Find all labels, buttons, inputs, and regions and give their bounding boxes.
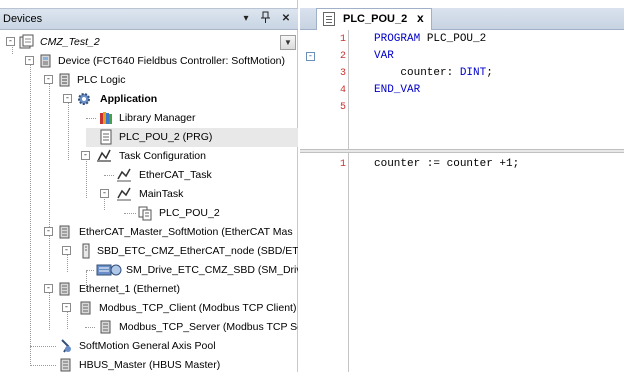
tree-item-program-call[interactable]: PLC_POU_2 <box>0 204 298 223</box>
pin-icon[interactable] <box>258 11 274 27</box>
tree-item-label: Application <box>100 93 158 105</box>
tree-item-ethercat-task[interactable]: EtherCAT_Task <box>0 166 298 185</box>
collapse-icon[interactable]: - <box>100 189 109 198</box>
collapse-icon[interactable]: - <box>62 246 71 255</box>
pou-document-icon <box>98 129 114 145</box>
tree-item-device[interactable]: - Device (FCT640 Fieldbus Controller: So… <box>0 52 298 71</box>
tree-item-label: CMZ_Test_2 <box>40 36 100 48</box>
program-call-icon <box>137 205 153 221</box>
tree-item-hbus-master[interactable]: HBUS_Master (HBUS Master) <box>0 356 298 372</box>
keyword: END_VAR <box>374 84 421 96</box>
code-line: END_VAR <box>374 84 420 96</box>
editor-tab-bar: PLC_POU_2 x <box>300 8 624 30</box>
collapse-icon[interactable]: - <box>44 284 53 293</box>
fieldbus-device-icon <box>78 300 94 316</box>
code-text: ; <box>486 67 493 79</box>
device-tree: - CMZ_Test_2 ▼ - Device (FCT640 Fieldbus… <box>0 30 298 372</box>
task-config-icon <box>96 148 112 164</box>
tab-plc-pou-2[interactable]: PLC_POU_2 x <box>316 8 432 30</box>
editor-panel: PLC_POU_2 x 1 PROGRAM PLC_POU_2 - 2 VAR … <box>300 0 624 372</box>
declaration-editor[interactable]: 1 PROGRAM PLC_POU_2 - 2 VAR 3 counter: D… <box>300 30 624 150</box>
close-tab-icon[interactable]: x <box>417 11 424 25</box>
task-icon <box>116 186 132 202</box>
line-number: 2 <box>339 51 346 62</box>
tree-item-label: Modbus_TCP_Server (Modbus TCP S( <box>119 321 298 333</box>
tree-item-modbus-server[interactable]: Modbus_TCP_Server (Modbus TCP S( <box>0 318 298 337</box>
collapse-icon[interactable]: - <box>63 94 72 103</box>
line-number: 3 <box>339 68 346 79</box>
tree-item-label: MainTask <box>139 188 184 200</box>
tree-item-label: Modbus_TCP_Client (Modbus TCP Client) <box>99 302 297 314</box>
fold-collapse-icon[interactable]: - <box>306 52 315 61</box>
tree-item-sm-drive[interactable]: SM_Drive_ETC_CMZ_SBD (SM_Driv <box>0 261 298 280</box>
tree-item-label: HBUS_Master (HBUS Master) <box>79 359 221 371</box>
tree-item-plc-pou-2[interactable]: PLC_POU_2 (PRG) <box>86 128 298 147</box>
chevron-down-icon[interactable]: ▼ <box>280 35 296 50</box>
library-books-icon <box>98 110 114 126</box>
tree-item-label: EtherCAT_Task <box>139 169 212 181</box>
tree-item-label: SoftMotion General Axis Pool <box>79 340 216 352</box>
code-line: counter: DINT; <box>374 67 493 79</box>
collapse-icon[interactable]: - <box>6 37 15 46</box>
tree-item-label: Task Configuration <box>119 150 206 162</box>
collapse-icon[interactable]: - <box>44 75 53 84</box>
tab-label: PLC_POU_2 <box>343 13 408 25</box>
keyword: VAR <box>374 50 394 62</box>
tree-item-ethernet[interactable]: - Ethernet_1 (Ethernet) <box>0 280 298 299</box>
tree-item-label: SBD_ETC_CMZ_EtherCAT_node (SBD/ET( <box>97 245 298 257</box>
devices-panel-title: Devices <box>3 13 43 25</box>
tree-item-label: SM_Drive_ETC_CMZ_SBD (SM_Driv <box>126 264 298 276</box>
collapse-icon[interactable]: - <box>81 151 90 160</box>
tree-item-library-manager[interactable]: Library Manager <box>0 109 298 128</box>
code-line: counter := counter +1; <box>374 158 520 170</box>
code-line: PROGRAM PLC_POU_2 <box>374 33 486 45</box>
devices-panel: Devices ▾ ✕ - CMZ_Test_2 ▼ - Device (FCT… <box>0 0 298 372</box>
tree-item-modbus-client[interactable]: - Modbus_TCP_Client (Modbus TCP Client) <box>0 299 298 318</box>
panel-menu-dropdown-icon[interactable]: ▾ <box>238 11 254 27</box>
fieldbus-device-icon <box>57 281 73 297</box>
collapse-icon[interactable]: - <box>62 303 71 312</box>
code-line: VAR <box>374 50 394 62</box>
fieldbus-device-icon <box>57 224 73 240</box>
task-icon <box>116 167 132 183</box>
keyword: DINT <box>459 67 487 79</box>
axis-pool-icon <box>58 338 74 354</box>
tree-item-axis-pool[interactable]: SoftMotion General Axis Pool <box>0 337 298 356</box>
tree-item-plc-logic[interactable]: - PLC Logic <box>0 71 298 90</box>
node-device-icon <box>78 243 94 259</box>
tree-item-label: PLC Logic <box>77 74 126 86</box>
tree-item-label: Device (FCT640 Fieldbus Controller: Soft… <box>58 55 286 67</box>
tree-item-maintask[interactable]: - MainTask <box>0 185 298 204</box>
code-text: PLC_POU_2 <box>420 33 487 45</box>
fieldbus-device-icon <box>98 319 114 335</box>
keyword: PROGRAM <box>374 33 421 45</box>
collapse-icon[interactable]: - <box>44 227 53 236</box>
tree-item-label: PLC_POU_2 (PRG) <box>119 131 213 143</box>
line-number: 1 <box>339 34 346 45</box>
tree-item-ethercat-master[interactable]: - EtherCAT_Master_SoftMotion (EtherCAT M… <box>0 223 298 242</box>
tree-item-sbd-node[interactable]: - SBD_ETC_CMZ_EtherCAT_node (SBD/ET( <box>0 242 298 261</box>
plc-logic-icon <box>57 72 73 88</box>
tree-item-task-configuration[interactable]: - Task Configuration <box>0 147 298 166</box>
device-icon <box>38 53 54 69</box>
fieldbus-device-icon <box>58 357 74 372</box>
line-number: 4 <box>339 85 346 96</box>
pou-document-icon <box>323 12 335 26</box>
project-icon <box>18 34 34 50</box>
line-number: 1 <box>339 159 346 170</box>
tree-item-label: PLC_POU_2 <box>159 207 220 219</box>
line-number: 5 <box>339 102 346 113</box>
implementation-editor[interactable]: 1 counter := counter +1; <box>300 152 624 372</box>
tree-item-label: Library Manager <box>119 112 196 124</box>
close-icon[interactable]: ✕ <box>278 11 294 27</box>
code-text: counter: <box>374 67 460 79</box>
tree-item-project[interactable]: - CMZ_Test_2 ▼ <box>0 33 298 52</box>
collapse-icon[interactable]: - <box>25 56 34 65</box>
application-gear-icon <box>76 91 92 107</box>
tree-item-label: Ethernet_1 (Ethernet) <box>79 283 180 295</box>
tree-item-label: EtherCAT_Master_SoftMotion (EtherCAT Mas <box>79 226 293 238</box>
tree-item-application[interactable]: - Application <box>0 90 298 109</box>
drive-icon <box>96 262 122 278</box>
devices-panel-header: Devices ▾ ✕ <box>0 8 298 30</box>
